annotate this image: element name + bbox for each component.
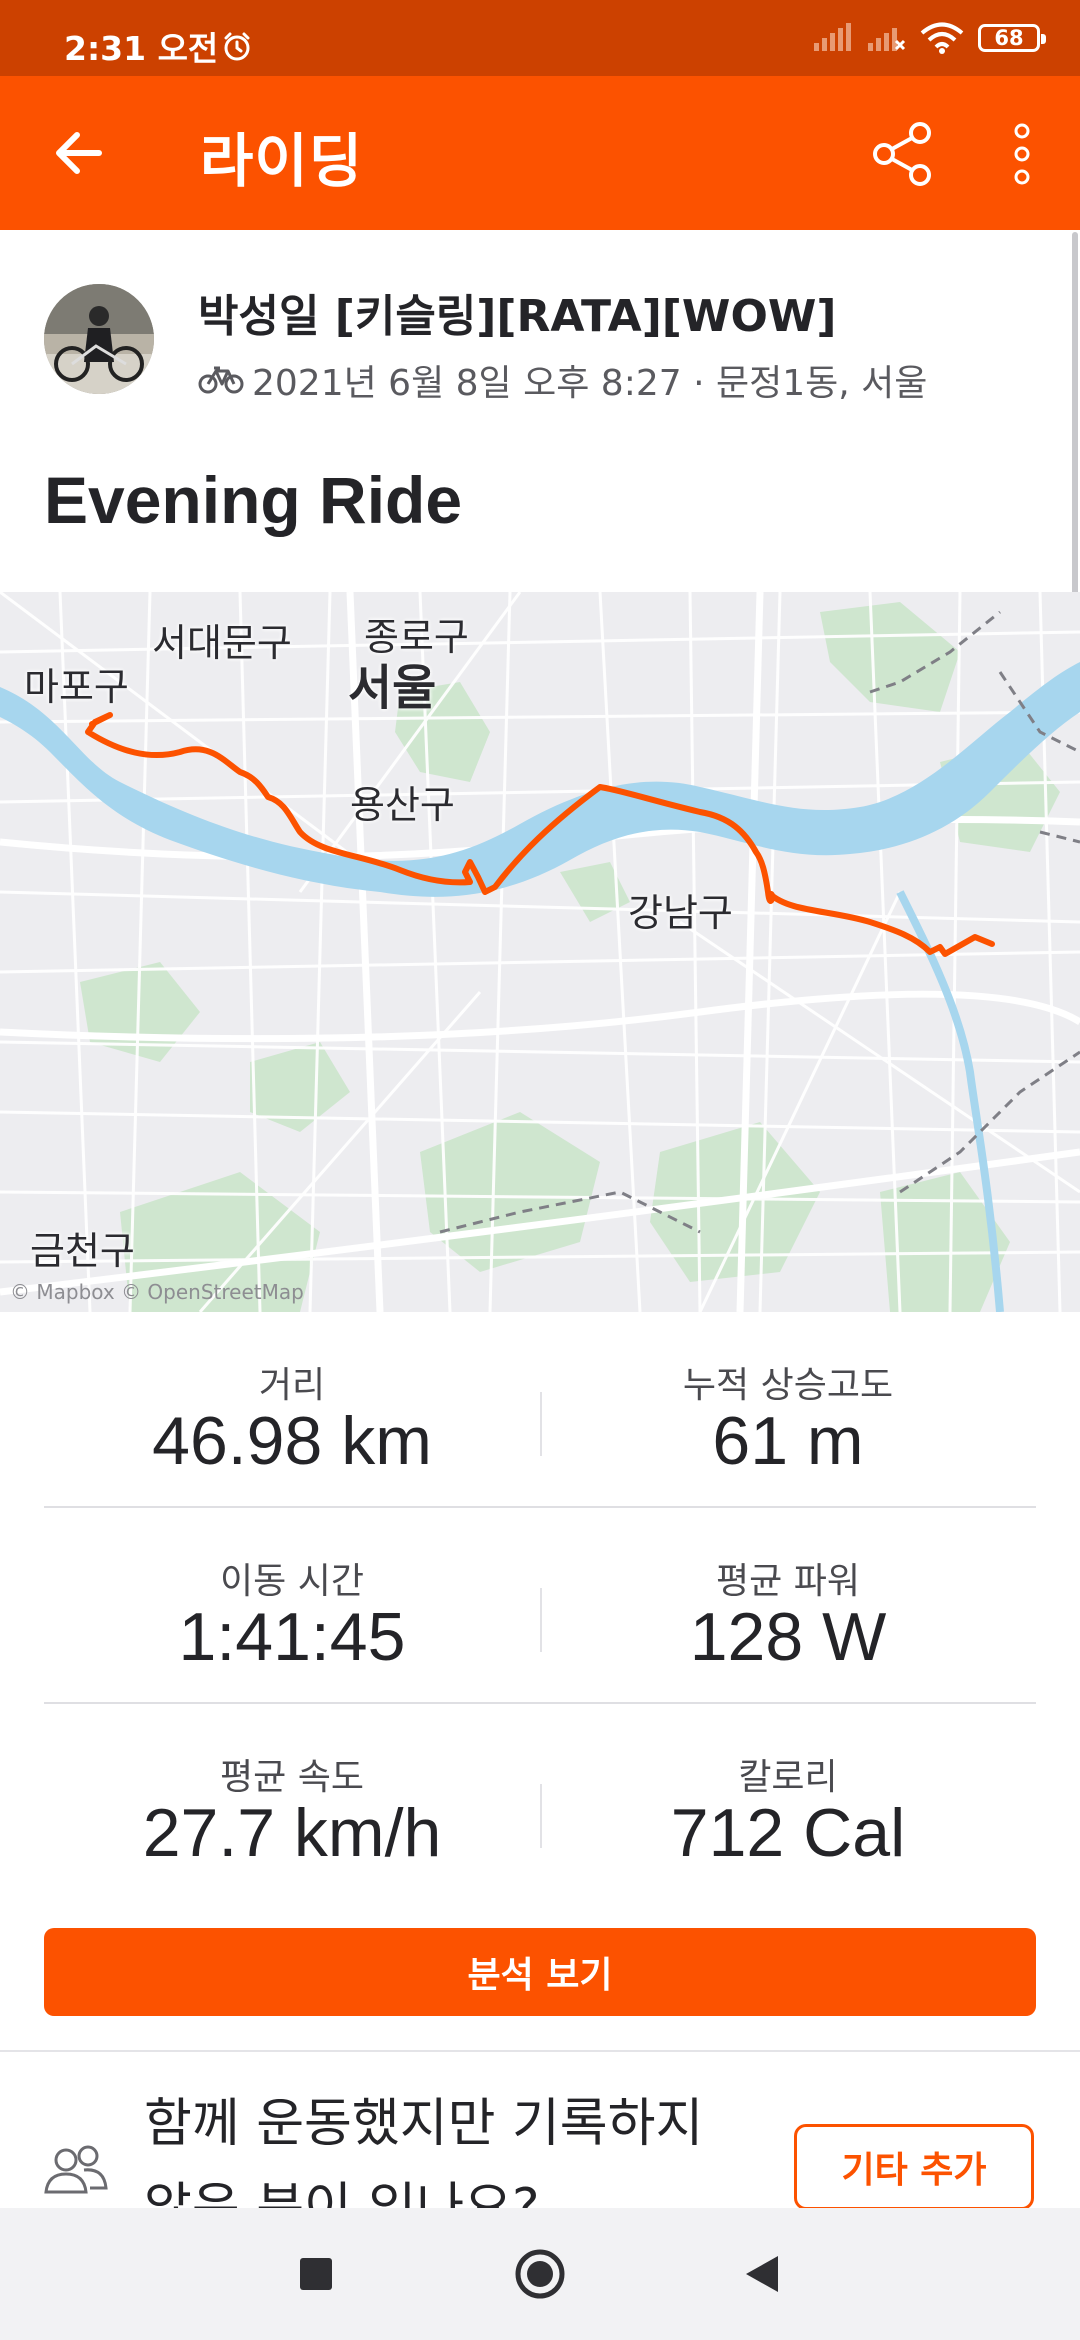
avatar-image — [44, 284, 154, 394]
more-options-button[interactable] — [992, 114, 1052, 194]
stat-value: 27.7 km/h — [142, 1795, 442, 1871]
share-button[interactable] — [862, 114, 942, 194]
share-icon — [873, 122, 931, 186]
stat-distance: 거리 46.98 km — [44, 1312, 540, 1506]
stat-label: 누적 상승고도 — [682, 1365, 894, 1406]
back-arrow-icon — [56, 132, 102, 174]
map-label-yongsan: 용산구 — [350, 783, 455, 827]
status-time: 2:31 오전 — [64, 29, 219, 68]
map-attribution[interactable]: © Mapbox © OpenStreetMap — [10, 1280, 304, 1304]
map-canvas — [0, 592, 1080, 1312]
stat-calories: 칼로리 712 Cal — [540, 1704, 1036, 1898]
back-icon[interactable] — [742, 2252, 782, 2296]
system-nav-bar — [0, 2208, 1080, 2340]
activity-header: 박성일 [키슬링][RATA][WOW] 2021년 6월 8일 오후 8:27… — [0, 230, 1080, 592]
group-icon — [44, 2145, 108, 2194]
view-analysis-button[interactable]: 분석 보기 — [44, 1928, 1036, 2016]
athlete-name[interactable]: 박성일 [키슬링][RATA][WOW] — [198, 280, 837, 344]
route-map[interactable]: 서대문구 종로구 마포구 서울 용산구 강남구 금천구 © Mapbox © O… — [0, 592, 1080, 1312]
stat-average-speed: 평균 속도 27.7 km/h — [44, 1704, 540, 1898]
stat-label: 이동 시간 — [220, 1561, 364, 1602]
stat-value: 128 W — [689, 1599, 887, 1675]
activity-meta: 2021년 6월 8일 오후 8:27 · 문정1동, 서울 — [198, 354, 927, 406]
app-bar: 라이딩 — [0, 76, 1080, 230]
alarm-icon — [224, 32, 250, 61]
stat-value: 61 m — [712, 1403, 864, 1479]
stat-average-power: 평균 파워 128 W — [540, 1508, 1036, 1702]
stat-label: 평균 파워 — [716, 1561, 860, 1602]
signal-icon — [814, 23, 851, 51]
page-title: 라이딩 — [200, 127, 364, 195]
home-icon[interactable] — [514, 2248, 566, 2300]
status-icons: 68 — [812, 22, 1046, 54]
stats-row: 이동 시간 1:41:45 평균 파워 128 W — [44, 1508, 1036, 1704]
map-label-seodaemun: 서대문구 — [152, 621, 292, 665]
stat-moving-time: 이동 시간 1:41:45 — [44, 1508, 540, 1702]
stat-elevation-gain: 누적 상승고도 61 m — [540, 1312, 1036, 1506]
stat-label: 평균 속도 — [220, 1757, 364, 1798]
stats-row: 거리 46.98 km 누적 상승고도 61 m — [44, 1312, 1036, 1508]
battery-level: 68 — [994, 26, 1024, 50]
stat-label: 칼로리 — [738, 1757, 838, 1798]
stats-row: 평균 속도 27.7 km/h 칼로리 712 Cal — [44, 1704, 1036, 1898]
map-label-seoul: 서울 — [348, 660, 437, 716]
stat-value: 1:41:45 — [178, 1599, 406, 1675]
section-divider — [0, 2050, 1080, 2052]
stat-value: 46.98 km — [152, 1403, 432, 1479]
bicycle-icon — [198, 366, 244, 394]
map-label-geumcheon: 금천구 — [30, 1229, 135, 1273]
add-others-button[interactable]: 기타 추가 — [794, 2124, 1034, 2210]
recent-apps-icon[interactable] — [300, 2258, 332, 2290]
stats-grid: 거리 46.98 km 누적 상승고도 61 m 이동 시간 1:41:45 평… — [44, 1312, 1036, 1924]
status-bar: 2:31 오전 68 — [0, 0, 1080, 76]
more-vert-icon — [1014, 123, 1030, 185]
battery-icon: 68 — [978, 24, 1046, 52]
signal-off-icon — [868, 28, 906, 51]
map-label-gangnam: 강남구 — [628, 891, 733, 935]
map-label-mapo: 마포구 — [24, 665, 129, 709]
activity-title: Evening Ride — [44, 463, 463, 537]
back-button[interactable] — [40, 120, 116, 186]
wifi-icon — [920, 22, 964, 54]
stat-value: 712 Cal — [670, 1795, 906, 1871]
athlete-avatar[interactable] — [44, 284, 154, 394]
activity-date-location: 2021년 6월 8일 오후 8:27 · 문정1동, 서울 — [252, 363, 928, 404]
stat-label: 거리 — [258, 1365, 326, 1406]
